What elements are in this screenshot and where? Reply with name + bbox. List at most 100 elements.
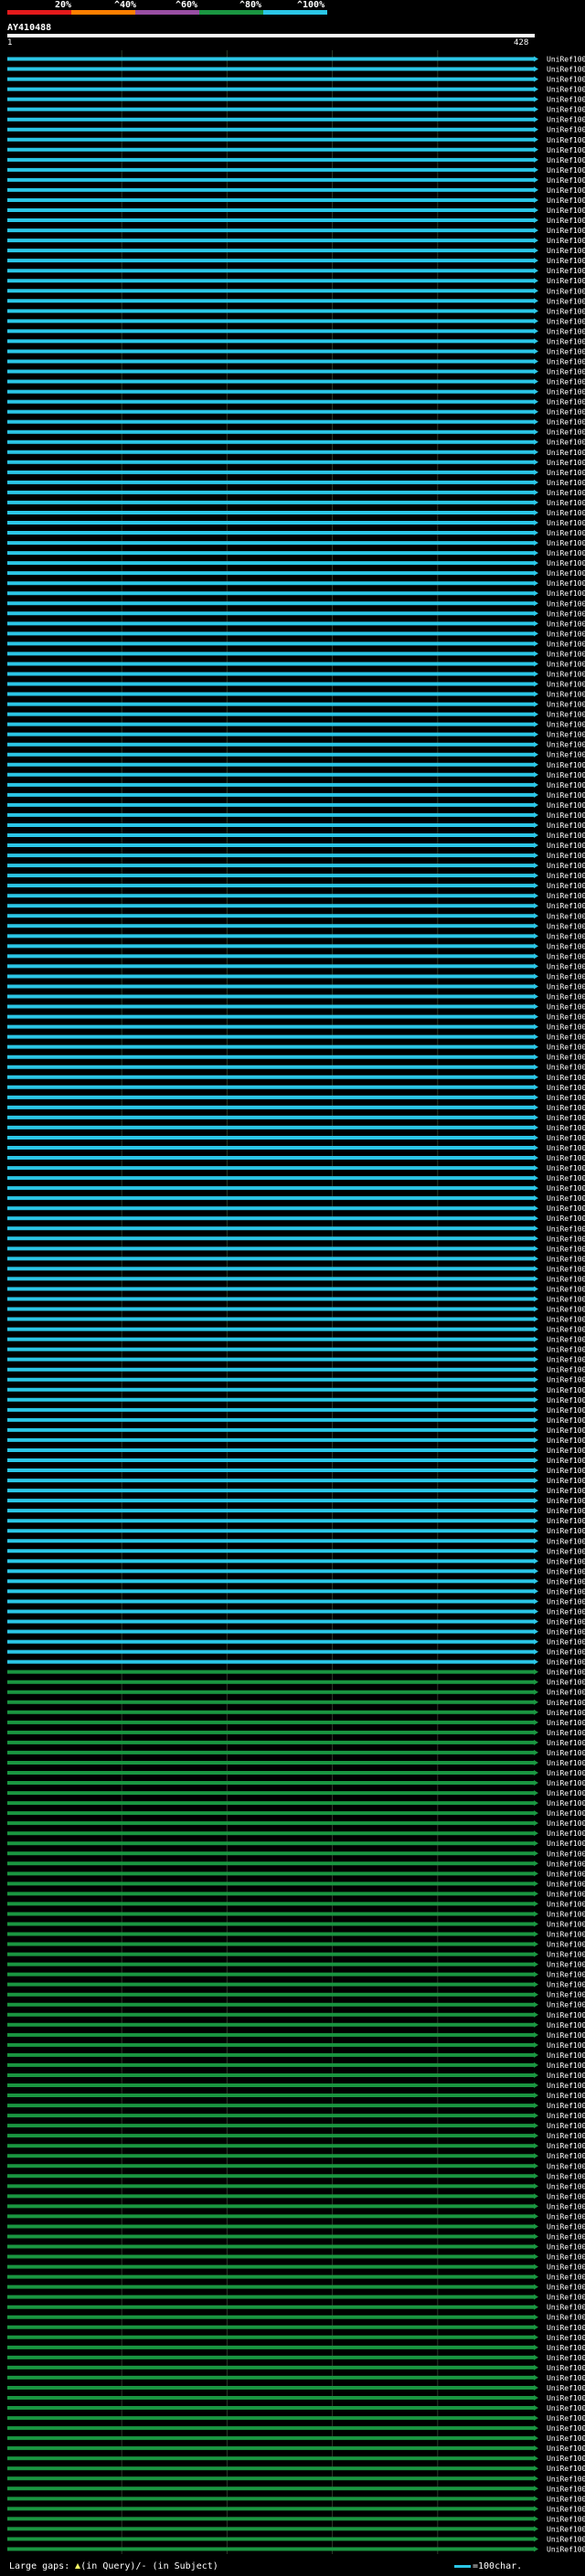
hit-label[interactable]: UniRef100_B1MAK6 (547, 2364, 585, 2372)
hit-row[interactable]: UniRef100_Q22464 (7, 66, 585, 74)
hit-label[interactable]: UniRef100_Q07282 (547, 962, 585, 970)
hit-row[interactable]: UniRef100_Q9GD33 (7, 136, 585, 144)
hit-label[interactable]: UniRef100_A2IA43 (547, 1839, 585, 1848)
hit-row[interactable]: UniRef100_A1E286 (7, 1003, 585, 1012)
hit-label[interactable]: UniRef100_C7FGL7 (547, 237, 585, 245)
hit-label[interactable]: UniRef100_Q52GA1 (547, 1527, 585, 1535)
hit-row[interactable]: UniRef100_Q9LVV0 (7, 670, 585, 678)
hit-label[interactable]: UniRef100_Q43204 (547, 1951, 585, 1959)
hit-row[interactable]: UniRef100_Q9SEJ8 (7, 2424, 585, 2433)
hit-label[interactable]: UniRef100_Q9ZTI1 (547, 1084, 585, 1092)
hit-row[interactable]: UniRef100_A5J3K4 (7, 1517, 585, 1525)
hit-row[interactable]: UniRef100_Q41H69 (7, 2545, 585, 2553)
hit-label[interactable]: UniRef100_Q0X379 (547, 1204, 585, 1213)
hit-row[interactable]: UniRef100_P27456 (7, 1447, 585, 1455)
hit-row[interactable]: UniRef100_Q9LUG3 (7, 942, 585, 950)
hit-label[interactable]: UniRef100_Q43058 (547, 96, 585, 104)
hit-row[interactable]: UniRef100_Q82679 (7, 1044, 585, 1052)
hit-label[interactable]: UniRef100_Q8W222 (547, 2192, 585, 2200)
hit-label[interactable]: UniRef100_B8AAY2 (547, 872, 585, 880)
hit-label[interactable]: UniRef100_Q9LVV1 (547, 660, 585, 668)
hit-row[interactable]: UniRef100_Q8L5Q8 (7, 1597, 585, 1606)
hit-row[interactable]: UniRef100_Q65641 (7, 1356, 585, 1364)
hit-label[interactable]: UniRef100_Q8TFY8 (547, 2142, 585, 2150)
hit-label[interactable]: UniRef100_A2IA37 (547, 1971, 585, 1979)
hit-label[interactable]: UniRef100_Q84QH5 (547, 2354, 585, 2362)
hit-row[interactable]: UniRef100_Q9LVV1 (7, 660, 585, 668)
hit-label[interactable]: UniRef100_Q43679 (547, 2011, 585, 2019)
hit-row[interactable]: UniRef100_Q9SV90 (7, 1931, 585, 1939)
hit-label[interactable]: UniRef100_Q43167 (547, 2232, 585, 2241)
hit-label[interactable]: UniRef100_Q9RR79 (547, 801, 585, 810)
hit-label[interactable]: UniRef100_Q8L5Q8 (547, 1597, 585, 1606)
hit-label[interactable]: UniRef100_Q6JN58 (547, 1749, 585, 1757)
hit-row[interactable]: UniRef100_Q8I124 (7, 176, 585, 185)
hit-label[interactable]: UniRef100_A2IA47 (547, 1981, 585, 1989)
hit-label[interactable]: UniRef100_B2KCJ7 (547, 2404, 585, 2412)
hit-label[interactable]: UniRef100_Q7X9N1 (547, 1275, 585, 1283)
hit-label[interactable]: UniRef100_Q7QY35 (547, 932, 585, 940)
hit-row[interactable]: UniRef100_Q43168 (7, 1154, 585, 1162)
hit-label[interactable]: UniRef100_Q9SBU3 (547, 2535, 585, 2543)
hit-row[interactable]: UniRef100_Q8LJ24 (7, 398, 585, 407)
hit-row[interactable]: UniRef100_Q9ZVZ9 (7, 2454, 585, 2463)
hit-label[interactable]: UniRef100_P93732 (547, 217, 585, 225)
hit-row[interactable]: UniRef100_Q43679 (7, 2011, 585, 2019)
hit-row[interactable]: UniRef100_B1MAK6 (7, 2364, 585, 2372)
hit-label[interactable]: UniRef100_Q9GD33 (547, 136, 585, 144)
hit-row[interactable]: UniRef100_B2NIY2 (7, 1034, 585, 1042)
hit-label[interactable]: UniRef100_A9NIT9 (547, 509, 585, 517)
hit-row[interactable]: UniRef100_Q9SYN6 (7, 2072, 585, 2080)
hit-label[interactable]: UniRef100_Q43812 (547, 267, 585, 275)
hit-label[interactable]: UniRef100_Q6TDF8 (547, 2132, 585, 2140)
hit-row[interactable]: UniRef100_A1IIQ0 (7, 247, 585, 255)
hit-row[interactable]: UniRef100_Q9SAZ4 (7, 610, 585, 618)
hit-row[interactable]: UniRef100_Q81635 (7, 822, 585, 830)
hit-label[interactable]: UniRef100_A6ZIZ9 (547, 1547, 585, 1555)
hit-row[interactable]: UniRef100_Q9SB91 (7, 751, 585, 759)
hit-label[interactable]: UniRef100_P48827 (547, 2294, 585, 2302)
hit-label[interactable]: UniRef100_Q43813 (547, 1214, 585, 1223)
hit-label[interactable]: UniRef100_Q39931 (547, 1487, 585, 1495)
hit-row[interactable]: UniRef100_Q9N218 (7, 337, 585, 345)
hit-label[interactable]: UniRef100_B3NIG1 (547, 479, 585, 487)
hit-label[interactable]: UniRef100_Q5ZPB1 (547, 1346, 585, 1354)
hit-label[interactable]: UniRef100_A7PZJ2 (547, 1537, 585, 1545)
hit-row[interactable]: UniRef100_B2KCJ8 (7, 2505, 585, 2513)
hit-row[interactable]: UniRef100_Q8TFY8 (7, 2142, 585, 2150)
hit-label[interactable]: UniRef100_Q43810 (547, 1607, 585, 1616)
hit-label[interactable]: UniRef100_A6ZIZ5 (547, 2344, 585, 2352)
hit-label[interactable]: UniRef100_Q9SEJ8 (547, 2424, 585, 2433)
hit-label[interactable]: UniRef100_Q94E09 (547, 2475, 585, 2483)
hit-row[interactable]: UniRef100_B9GDD2 (7, 791, 585, 800)
hit-label[interactable]: UniRef100_Q6T2D9 (547, 2172, 585, 2180)
hit-label[interactable]: UniRef100_C4TNS0 (547, 1224, 585, 1233)
hit-label[interactable]: UniRef100_Q3BK18 (547, 1295, 585, 1303)
hit-label[interactable]: UniRef100_Q3KE06 (547, 1497, 585, 1505)
hit-label[interactable]: UniRef100_Q9AI16 (547, 297, 585, 305)
hit-label[interactable]: UniRef100_Q81404 (547, 1669, 585, 1677)
hit-row[interactable]: UniRef100_Q8G034 (7, 2485, 585, 2493)
hit-label[interactable]: UniRef100_Q9M3W0 (547, 2051, 585, 2060)
hit-row[interactable]: UniRef100_Q6EHI3 (7, 993, 585, 1002)
hit-label[interactable]: UniRef100_Q43809 (547, 1618, 585, 1627)
hit-row[interactable]: UniRef100_A6ZIZ8 (7, 2334, 585, 2342)
hit-label[interactable]: UniRef100_Q2VC6S (547, 227, 585, 235)
hit-row[interactable]: UniRef100_A8UDT4 (7, 327, 585, 335)
hit-label[interactable]: UniRef100_B8AKM4 (547, 1759, 585, 1767)
hit-row[interactable]: UniRef100_Q24461 (7, 892, 585, 900)
hit-label[interactable]: UniRef100_Q42917 (547, 1659, 585, 1667)
hit-row[interactable]: UniRef100_Q9M695 (7, 1124, 585, 1132)
hit-row[interactable]: UniRef100_Q7QY36 (7, 439, 585, 447)
hit-label[interactable]: UniRef100_Q8S915 (547, 1023, 585, 1032)
hit-label[interactable]: UniRef100_B9RK07 (547, 2243, 585, 2252)
hit-label[interactable]: UniRef100_A7QHL5 (547, 519, 585, 527)
hit-row[interactable]: UniRef100_Q9AI16 (7, 297, 585, 305)
hit-row[interactable]: UniRef100_Q3LC51 (7, 1164, 585, 1172)
hit-row[interactable]: UniRef100_Q01K19 (7, 1779, 585, 1787)
hit-row[interactable]: UniRef100_A8R617 (7, 2152, 585, 2160)
hit-row[interactable]: UniRef100_Q9TAA2 (7, 307, 585, 315)
hit-label[interactable]: UniRef100_A1INL7 (547, 2414, 585, 2422)
hit-label[interactable]: UniRef100_Q8G034 (547, 2485, 585, 2493)
hit-row[interactable]: UniRef100_P42825 (7, 1104, 585, 1112)
